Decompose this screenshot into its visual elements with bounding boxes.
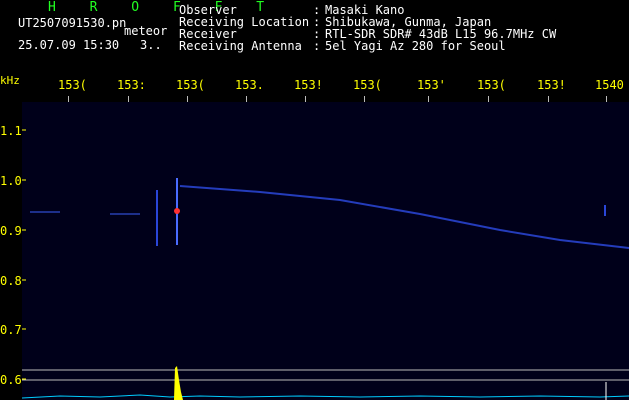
meteor-burst <box>174 366 183 400</box>
meteor-echo-peak <box>174 208 180 214</box>
noise-trace <box>30 211 140 215</box>
carrier-trace <box>179 185 629 249</box>
spectrogram-overlay <box>21 129 629 400</box>
signal-level-line <box>21 394 629 399</box>
